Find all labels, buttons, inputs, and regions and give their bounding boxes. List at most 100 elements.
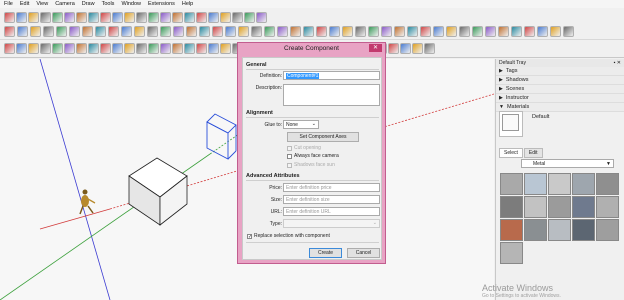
toolbar-tool-icon[interactable] bbox=[43, 26, 54, 37]
create-button[interactable]: Create bbox=[309, 248, 342, 258]
toolbar-tool-icon[interactable] bbox=[100, 43, 111, 54]
toolbar-tool-icon[interactable] bbox=[459, 26, 470, 37]
toolbar-tool-icon[interactable] bbox=[173, 26, 184, 37]
toolbar-tool-icon[interactable] bbox=[316, 26, 327, 37]
menu-item-tools[interactable]: Tools bbox=[102, 1, 115, 7]
toolbar-tool-icon[interactable] bbox=[256, 12, 267, 23]
toolbar-tool-icon[interactable] bbox=[368, 26, 379, 37]
toolbar-tool-icon[interactable] bbox=[225, 26, 236, 37]
selection-box[interactable] bbox=[206, 113, 237, 160]
toolbar-tool-icon[interactable] bbox=[290, 26, 301, 37]
close-icon[interactable]: ✕ bbox=[369, 44, 382, 52]
material-name[interactable]: Default bbox=[532, 114, 549, 120]
toolbar-tool-icon[interactable] bbox=[537, 26, 548, 37]
material-swatch[interactable] bbox=[500, 173, 523, 195]
toolbar-tool-icon[interactable] bbox=[16, 12, 27, 23]
cut-opening-checkbox[interactable]: Cut opening bbox=[287, 145, 321, 151]
replace-selection-checkbox[interactable]: ✓ Replace selection with component bbox=[247, 233, 330, 239]
toolbar-tool-icon[interactable] bbox=[124, 12, 135, 23]
toolbar-tool-icon[interactable] bbox=[148, 43, 159, 54]
set-component-axes-button[interactable]: Set Component Axes bbox=[287, 132, 359, 142]
toolbar-tool-icon[interactable] bbox=[407, 26, 418, 37]
toolbar-tool-icon[interactable] bbox=[196, 12, 207, 23]
tray-panel-scenes[interactable]: ▶ Scenes bbox=[496, 85, 624, 94]
toolbar-tool-icon[interactable] bbox=[303, 26, 314, 37]
material-swatch[interactable] bbox=[548, 173, 571, 195]
material-swatch[interactable] bbox=[596, 219, 619, 241]
toolbar-tool-icon[interactable] bbox=[52, 12, 63, 23]
material-swatch[interactable] bbox=[524, 219, 547, 241]
toolbar-tool-icon[interactable] bbox=[64, 43, 75, 54]
toolbar-tool-icon[interactable] bbox=[16, 43, 27, 54]
toolbar-tool-icon[interactable] bbox=[232, 12, 243, 23]
toolbar-tool-icon[interactable] bbox=[220, 43, 231, 54]
menu-item-window[interactable]: Window bbox=[121, 1, 141, 7]
tab-select[interactable]: Select bbox=[499, 148, 523, 158]
toolbar-tool-icon[interactable] bbox=[212, 26, 223, 37]
toolbar-tool-icon[interactable] bbox=[238, 26, 249, 37]
toolbar-tool-icon[interactable] bbox=[172, 12, 183, 23]
toolbar-tool-icon[interactable] bbox=[196, 43, 207, 54]
toolbar-tool-icon[interactable] bbox=[4, 12, 15, 23]
toolbar-tool-icon[interactable] bbox=[208, 43, 219, 54]
toolbar-tool-icon[interactable] bbox=[388, 43, 399, 54]
material-swatch[interactable] bbox=[500, 219, 523, 241]
toolbar-tool-icon[interactable] bbox=[4, 43, 15, 54]
toolbar-tool-icon[interactable] bbox=[69, 26, 80, 37]
menu-item-edit[interactable]: Edit bbox=[20, 1, 29, 7]
toolbar-tool-icon[interactable] bbox=[136, 12, 147, 23]
glue-to-select[interactable]: None ⌄ bbox=[283, 120, 319, 129]
toolbar-tool-icon[interactable] bbox=[160, 43, 171, 54]
toolbar-tool-icon[interactable] bbox=[550, 26, 561, 37]
toolbar-tool-icon[interactable] bbox=[264, 26, 275, 37]
toolbar-tool-icon[interactable] bbox=[342, 26, 353, 37]
scale-figure[interactable] bbox=[79, 189, 96, 215]
description-textarea[interactable] bbox=[283, 84, 380, 106]
toolbar-tool-icon[interactable] bbox=[172, 43, 183, 54]
toolbar-tool-icon[interactable] bbox=[186, 26, 197, 37]
toolbar-tool-icon[interactable] bbox=[160, 26, 171, 37]
toolbar-tool-icon[interactable] bbox=[147, 26, 158, 37]
dialog-titlebar[interactable]: Create Component ✕ bbox=[238, 43, 385, 54]
menu-item-help[interactable]: Help bbox=[182, 1, 193, 7]
definition-input[interactable]: Component#1 bbox=[283, 71, 380, 80]
toolbar-tool-icon[interactable] bbox=[329, 26, 340, 37]
toolbar-tool-icon[interactable] bbox=[199, 26, 210, 37]
material-swatch[interactable] bbox=[548, 196, 571, 218]
toolbar-tool-icon[interactable] bbox=[244, 12, 255, 23]
toolbar-tool-icon[interactable] bbox=[112, 43, 123, 54]
toolbar-tool-icon[interactable] bbox=[76, 43, 87, 54]
toolbar-tool-icon[interactable] bbox=[355, 26, 366, 37]
material-swatch[interactable] bbox=[500, 242, 523, 264]
toolbar-tool-icon[interactable] bbox=[108, 26, 119, 37]
toolbar-tool-icon[interactable] bbox=[4, 26, 15, 37]
face-camera-checkbox[interactable]: Always face camera bbox=[287, 153, 339, 159]
price-input[interactable]: Enter definition price bbox=[283, 183, 380, 192]
tab-edit[interactable]: Edit bbox=[523, 148, 543, 158]
size-input[interactable]: Enter definition size bbox=[283, 195, 380, 204]
toolbar-tool-icon[interactable] bbox=[563, 26, 574, 37]
material-swatch[interactable] bbox=[572, 219, 595, 241]
toolbar-tool-icon[interactable] bbox=[28, 43, 39, 54]
toolbar-tool-icon[interactable] bbox=[251, 26, 262, 37]
toolbar-tool-icon[interactable] bbox=[82, 26, 93, 37]
tray-panel-instructor[interactable]: ▶ Instructor bbox=[496, 94, 624, 103]
toolbar-tool-icon[interactable] bbox=[394, 26, 405, 37]
material-swatch[interactable] bbox=[572, 196, 595, 218]
cancel-button[interactable]: Cancel bbox=[347, 248, 380, 258]
toolbar-tool-icon[interactable] bbox=[30, 26, 41, 37]
toolbar-tool-icon[interactable] bbox=[40, 12, 51, 23]
toolbar-tool-icon[interactable] bbox=[485, 26, 496, 37]
menu-item-view[interactable]: View bbox=[36, 1, 48, 7]
toolbar-tool-icon[interactable] bbox=[184, 12, 195, 23]
toolbar-tool-icon[interactable] bbox=[28, 12, 39, 23]
tray-panel-shadows[interactable]: ▶ Shadows bbox=[496, 76, 624, 85]
material-swatch[interactable] bbox=[572, 173, 595, 195]
toolbar-tool-icon[interactable] bbox=[184, 43, 195, 54]
toolbar-tool-icon[interactable] bbox=[64, 12, 75, 23]
toolbar-tool-icon[interactable] bbox=[433, 26, 444, 37]
toolbar-tool-icon[interactable] bbox=[511, 26, 522, 37]
cube-component[interactable] bbox=[128, 157, 188, 226]
shadows-face-sun-checkbox[interactable]: Shadows face sun bbox=[287, 162, 335, 168]
toolbar-tool-icon[interactable] bbox=[95, 26, 106, 37]
